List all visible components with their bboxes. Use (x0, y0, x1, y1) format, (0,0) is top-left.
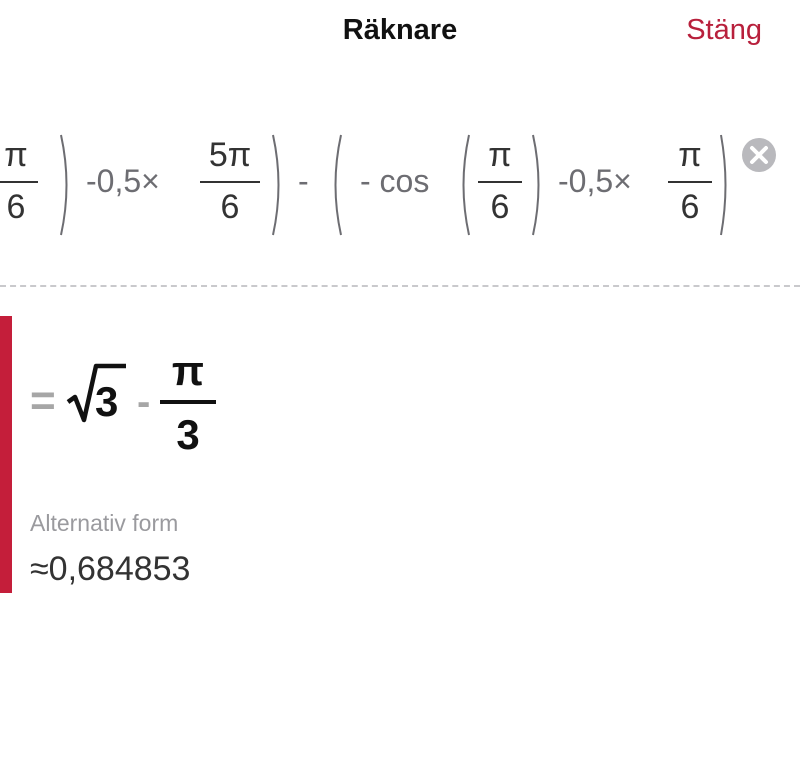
expr-fraction-3: π 6 (478, 135, 522, 227)
fraction-denominator: 6 (6, 188, 26, 226)
close-paren-icon (272, 134, 280, 236)
fraction-numerator: π (4, 136, 28, 174)
open-paren-icon (462, 134, 470, 236)
expr-term: -0,5× (558, 163, 632, 199)
fraction-denominator: 6 (220, 188, 240, 226)
expression-input[interactable]: π 6 -0,5× 5π 6 - - cos π 6 -0,5× π 6 (0, 125, 730, 245)
expr-neg-cos: - cos (360, 163, 430, 199)
fraction-numerator: 5π (208, 136, 252, 174)
fraction-bar (160, 400, 216, 404)
expr-term: -0,5× (86, 163, 160, 199)
close-button[interactable]: Stäng (686, 14, 762, 47)
expr-minus: - (298, 163, 309, 199)
result-minus: - (137, 380, 151, 424)
alternative-form-label: Alternativ form (30, 510, 179, 536)
result-accent-bar (0, 316, 12, 593)
approx-value[interactable]: ≈0,684853 (30, 550, 190, 589)
fraction-denominator: 6 (490, 188, 510, 226)
sqrt-radicand: 3 (95, 378, 119, 425)
dashed-divider (0, 285, 800, 287)
fraction-denominator: 3 (176, 411, 200, 458)
close-paren-icon (60, 134, 68, 236)
expr-fraction-4: π 6 (668, 135, 712, 227)
fraction-numerator: π (678, 136, 702, 174)
fraction-bar (0, 181, 38, 183)
header-bar: Räknare Stäng (0, 0, 800, 62)
close-paren-icon (720, 134, 727, 236)
expr-fraction-2: 5π 6 (200, 135, 260, 227)
close-paren-icon (532, 134, 540, 236)
open-paren-icon (334, 134, 342, 236)
fraction-bar (668, 181, 712, 183)
fraction-bar (478, 181, 522, 183)
clear-icon[interactable] (741, 137, 777, 173)
equals-sign: = (30, 376, 56, 425)
expr-fraction-1: π 6 (0, 135, 38, 227)
fraction-denominator: 6 (680, 188, 700, 226)
fraction-numerator: π (171, 347, 205, 394)
fraction-bar (200, 181, 260, 183)
page-title: Räknare (342, 14, 458, 46)
fraction-numerator: π (488, 136, 512, 174)
result-fraction: π 3 (160, 350, 216, 456)
